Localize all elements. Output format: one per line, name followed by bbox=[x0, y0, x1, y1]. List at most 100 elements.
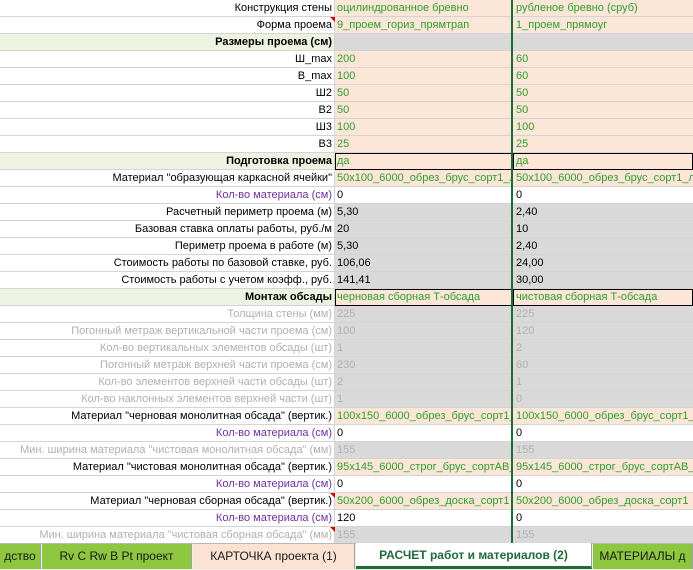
row-label: Кол-во материала (см) bbox=[0, 425, 335, 442]
cell-option-2[interactable]: 50 bbox=[513, 85, 693, 102]
cell-option-2[interactable]: 225 bbox=[513, 306, 693, 323]
cell-option-1[interactable]: 141,41 bbox=[335, 272, 513, 289]
comment-indicator-icon[interactable] bbox=[330, 527, 335, 532]
table-row: Стоимость работы по базовой ставке, руб.… bbox=[0, 255, 693, 272]
cell-option-1[interactable]: 225 bbox=[335, 306, 513, 323]
cell-option-1[interactable]: 120 bbox=[335, 510, 513, 527]
cell-option-2[interactable]: рубленое бревно (сруб) bbox=[513, 0, 693, 17]
cell-option-2[interactable]: 155 bbox=[513, 527, 693, 543]
spreadsheet-grid[interactable]: Конструкция стены оцилиндрованное бревно р… bbox=[0, 0, 693, 543]
cell-option-2[interactable]: 120 bbox=[513, 323, 693, 340]
cell-option-2[interactable]: 60 bbox=[513, 68, 693, 85]
cell-option-2[interactable]: 0 bbox=[513, 425, 693, 442]
cell-option-2[interactable]: 0 bbox=[513, 391, 693, 408]
cell-option-1[interactable]: 50 bbox=[335, 85, 513, 102]
cell-option-1[interactable]: 100 bbox=[335, 323, 513, 340]
sheet-tab[interactable]: Rv C Rw B Pt проект bbox=[42, 544, 192, 569]
cell-option-2[interactable]: 2 bbox=[513, 340, 693, 357]
cell-option-1[interactable]: 50 bbox=[335, 102, 513, 119]
comment-indicator-icon[interactable] bbox=[330, 493, 335, 498]
cell-option-1[interactable]: 50х200_6000_обрез_доска_сорт1 bbox=[335, 493, 513, 510]
cell-option-2[interactable]: 100х150_6000_обрез_брус_сорт1_ bbox=[513, 408, 693, 425]
table-row: Периметр проема в работе (м) 5,30 2,40 bbox=[0, 238, 693, 255]
cell-option-1[interactable]: 1 bbox=[335, 340, 513, 357]
cell-option-1[interactable]: 100 bbox=[335, 68, 513, 85]
comment-indicator-icon[interactable] bbox=[330, 17, 335, 22]
cell-option-2[interactable]: 2,40 bbox=[513, 238, 693, 255]
table-row: Материал "черновая монолитная обсада" (в… bbox=[0, 408, 693, 425]
cell-option-1[interactable]: 1 bbox=[335, 391, 513, 408]
cell-option-2[interactable]: 155 bbox=[513, 442, 693, 459]
cell-option-2[interactable]: 100 bbox=[513, 119, 693, 136]
sheet-tab[interactable]: дство bbox=[0, 544, 41, 569]
sheet-tab[interactable]: МАТЕРИАЛЫ д bbox=[593, 544, 693, 569]
cell-option-1[interactable] bbox=[335, 34, 513, 51]
cell-option-2[interactable]: чистовая сборная Т-обсада bbox=[513, 289, 693, 306]
sheet-tab[interactable]: РАСЧЕТ работ и материалов (2) bbox=[356, 543, 592, 569]
cell-option-1[interactable]: 155 bbox=[335, 442, 513, 459]
cell-option-2[interactable] bbox=[513, 34, 693, 51]
cell-option-2[interactable]: 50х100_6000_обрез_брус_сорт1_л bbox=[513, 170, 693, 187]
cell-option-2[interactable]: 25 bbox=[513, 136, 693, 153]
cell-option-1[interactable]: 106,06 bbox=[335, 255, 513, 272]
row-label: Периметр проема в работе (м) bbox=[0, 238, 335, 255]
cell-option-1[interactable]: 200 bbox=[335, 51, 513, 68]
cell-option-1[interactable]: оцилиндрованное бревно bbox=[335, 0, 513, 17]
table-row: Кол-во наклонных элементов верхней части… bbox=[0, 391, 693, 408]
cell-option-2[interactable]: 60 bbox=[513, 357, 693, 374]
cell-option-2[interactable]: 50х200_6000_обрез_доска_сорт1 bbox=[513, 493, 693, 510]
row-label: Кол-во наклонных элементов верхней части… bbox=[0, 391, 335, 408]
cell-option-1[interactable]: 5,30 bbox=[335, 238, 513, 255]
row-label: Мин. ширина материала "чистовая монолитн… bbox=[0, 442, 335, 459]
cell-option-2[interactable]: 0 bbox=[513, 510, 693, 527]
cell-option-1[interactable]: 0 bbox=[335, 187, 513, 204]
cell-option-2[interactable]: 60 bbox=[513, 51, 693, 68]
cell-option-1[interactable]: 25 bbox=[335, 136, 513, 153]
cell-option-1[interactable]: 5,30 bbox=[335, 204, 513, 221]
sheet-tab-bar: дство Rv C Rw B Pt проект КАРТОЧКА проекта… bbox=[0, 543, 693, 570]
table-row: Мин. ширина материала "чистовая сборная … bbox=[0, 527, 693, 543]
row-label: Толщина стены (мм) bbox=[0, 306, 335, 323]
cell-option-2[interactable]: 50 bbox=[513, 102, 693, 119]
cell-option-1[interactable]: 20 bbox=[335, 221, 513, 238]
cell-option-2[interactable]: 24,00 bbox=[513, 255, 693, 272]
cell-option-1[interactable]: 100 bbox=[335, 119, 513, 136]
table-row: Размеры проема (см) bbox=[0, 34, 693, 51]
table-row: Кол-во материала (см) 0 0 bbox=[0, 187, 693, 204]
cell-option-1[interactable]: 155 bbox=[335, 527, 513, 543]
cell-option-1[interactable]: 0 bbox=[335, 476, 513, 493]
table-row: Кол-во элементов верхней части обсады (ш… bbox=[0, 374, 693, 391]
row-label: Форма проема bbox=[0, 17, 335, 34]
table-row: Погонный метраж верхней части проема (см… bbox=[0, 357, 693, 374]
cell-option-1[interactable]: 0 bbox=[335, 425, 513, 442]
row-label: Подготовка проема bbox=[0, 153, 335, 170]
table-row: Ш2 50 50 bbox=[0, 85, 693, 102]
cell-option-2[interactable]: 0 bbox=[513, 187, 693, 204]
sheet-tab[interactable]: КАРТОЧКА проекта (1) bbox=[193, 544, 355, 569]
table-row: Стоимость работы с учетом коэфф., руб. 14… bbox=[0, 272, 693, 289]
table-row: Погонный метраж вертикальной части проем… bbox=[0, 323, 693, 340]
table-row: Монтаж обсады черновая сборная Т-обсада чи… bbox=[0, 289, 693, 306]
cell-option-2[interactable]: 0 bbox=[513, 476, 693, 493]
table-row: Расчетный периметр проема (м) 5,30 2,40 bbox=[0, 204, 693, 221]
row-label: В2 bbox=[0, 102, 335, 119]
table-row: В3 25 25 bbox=[0, 136, 693, 153]
cell-option-1[interactable]: 2 bbox=[335, 374, 513, 391]
cell-option-2[interactable]: 30,00 bbox=[513, 272, 693, 289]
table-row: Ш3 100 100 bbox=[0, 119, 693, 136]
cell-option-1[interactable]: да bbox=[335, 153, 513, 170]
cell-option-2[interactable]: 1 bbox=[513, 374, 693, 391]
cell-option-1[interactable]: 100х150_6000_обрез_брус_сорт1_ bbox=[335, 408, 513, 425]
cell-option-2[interactable]: 1_проем_прямоуг bbox=[513, 17, 693, 34]
cell-option-2[interactable]: 2,40 bbox=[513, 204, 693, 221]
cell-option-1[interactable]: 95х145_6000_строг_брус_сортАВ_ bbox=[335, 459, 513, 476]
cell-option-2[interactable]: 95х145_6000_строг_брус_сортАВ_ bbox=[513, 459, 693, 476]
cell-option-2[interactable]: 10 bbox=[513, 221, 693, 238]
table-row: Подготовка проема да да bbox=[0, 153, 693, 170]
cell-option-1[interactable]: 50х100_6000_обрез_брус_сорт1_л bbox=[335, 170, 513, 187]
cell-option-1[interactable]: 230 bbox=[335, 357, 513, 374]
table-row: Материал "образующая каркасной ячейки" 50… bbox=[0, 170, 693, 187]
cell-option-1[interactable]: черновая сборная Т-обсада bbox=[335, 289, 513, 306]
cell-option-2[interactable]: да bbox=[513, 153, 693, 170]
cell-option-1[interactable]: 9_проем_гориз_прямтрап bbox=[335, 17, 513, 34]
